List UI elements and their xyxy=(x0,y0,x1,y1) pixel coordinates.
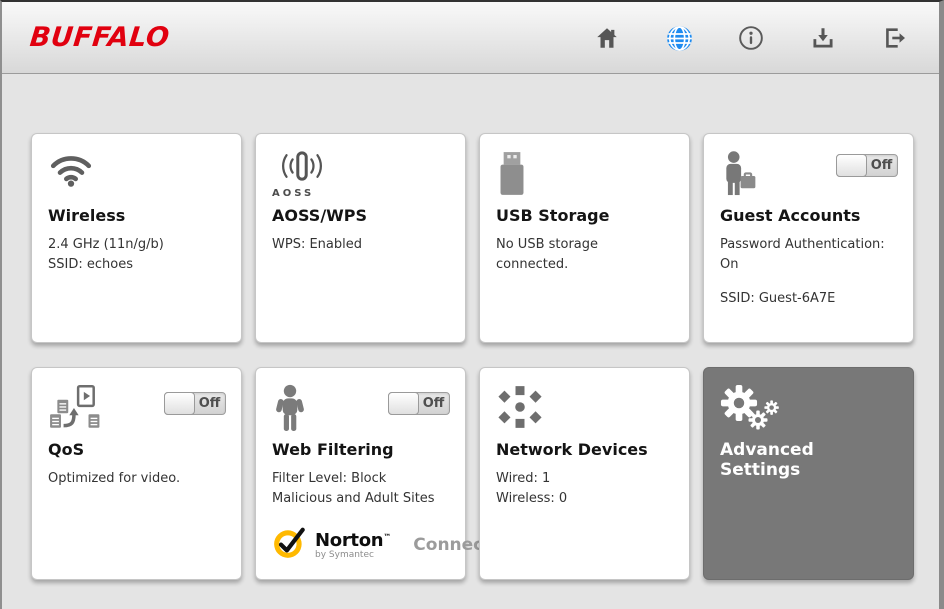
norton-wordmark: Norton™ by Symantec xyxy=(315,531,391,560)
card-title: AOSS/WPS xyxy=(272,206,449,225)
card-advanced-settings[interactable]: Advanced Settings xyxy=(703,367,914,580)
card-title: Web Filtering xyxy=(272,440,449,459)
qos-toggle[interactable]: Off xyxy=(164,392,226,415)
card-title: QoS xyxy=(48,440,225,459)
wifi-icon xyxy=(48,150,225,202)
card-network-devices[interactable]: Network Devices Wired: 1 Wireless: 0 xyxy=(479,367,690,580)
toggle-knob xyxy=(836,154,867,177)
info-icon[interactable] xyxy=(737,24,765,52)
network-devices-icon xyxy=(496,384,673,436)
toggle-knob xyxy=(388,392,419,415)
header-nav xyxy=(593,24,909,52)
aoss-signal-icon xyxy=(272,167,332,186)
guest-ssid: SSID: Guest-6A7E xyxy=(720,289,897,309)
save-config-icon[interactable] xyxy=(809,24,837,52)
card-web-filtering[interactable]: Off Web Filtering Filter Level: Block Ma… xyxy=(255,367,466,580)
card-title: Network Devices xyxy=(496,440,673,459)
wireless-ssid: SSID: echoes xyxy=(48,255,225,275)
filter-level: Filter Level: Block Malicious and Adult … xyxy=(272,469,449,509)
card-aoss-wps[interactable]: AOSS AOSS/WPS WPS: Enabled xyxy=(255,133,466,343)
aoss-icon-caption: AOSS xyxy=(272,188,449,199)
norton-connectsafe-logo: Norton™ by Symantec ConnectSafe xyxy=(272,525,455,565)
wps-status: WPS: Enabled xyxy=(272,235,449,255)
web-filtering-toggle[interactable]: Off xyxy=(388,392,450,415)
dashboard-card-grid: Wireless 2.4 GHz (11n/g/b) SSID: echoes xyxy=(31,133,914,580)
wired-count: Wired: 1 xyxy=(496,469,673,489)
toggle-state-label: Off xyxy=(866,155,897,176)
card-qos[interactable]: Off QoS Optimized for video. xyxy=(31,367,242,580)
norton-check-icon xyxy=(272,525,308,565)
norton-by-symantec: by Symantec xyxy=(315,550,391,560)
card-wireless[interactable]: Wireless 2.4 GHz (11n/g/b) SSID: echoes xyxy=(31,133,242,343)
usb-status: No USB storage connected. xyxy=(496,235,673,275)
internet-globe-icon[interactable] xyxy=(665,24,693,52)
gears-icon xyxy=(720,384,897,436)
card-title: USB Storage xyxy=(496,206,673,225)
guest-auth-status: Password Authentication: On xyxy=(720,235,897,275)
qos-status: Optimized for video. xyxy=(48,469,225,489)
home-icon[interactable] xyxy=(593,24,621,52)
card-title: Wireless xyxy=(48,206,225,225)
card-guest-accounts[interactable]: Off Guest Accounts Password Authenticati… xyxy=(703,133,914,343)
buffalo-logo: BUFFALO xyxy=(28,22,171,53)
toggle-state-label: Off xyxy=(418,393,449,414)
card-title: Guest Accounts xyxy=(720,206,897,225)
wireless-count: Wireless: 0 xyxy=(496,489,673,509)
logout-icon[interactable] xyxy=(881,24,909,52)
card-usb-storage[interactable]: USB Storage No USB storage connected. xyxy=(479,133,690,343)
guest-accounts-toggle[interactable]: Off xyxy=(836,154,898,177)
usb-stick-icon xyxy=(496,150,673,202)
router-dashboard: BUFFALO xyxy=(0,0,944,609)
toggle-state-label: Off xyxy=(194,393,225,414)
wireless-band: 2.4 GHz (11n/g/b) xyxy=(48,235,225,255)
card-title: Advanced Settings xyxy=(720,440,897,480)
header-bar: BUFFALO xyxy=(2,2,939,74)
toggle-knob xyxy=(164,392,195,415)
